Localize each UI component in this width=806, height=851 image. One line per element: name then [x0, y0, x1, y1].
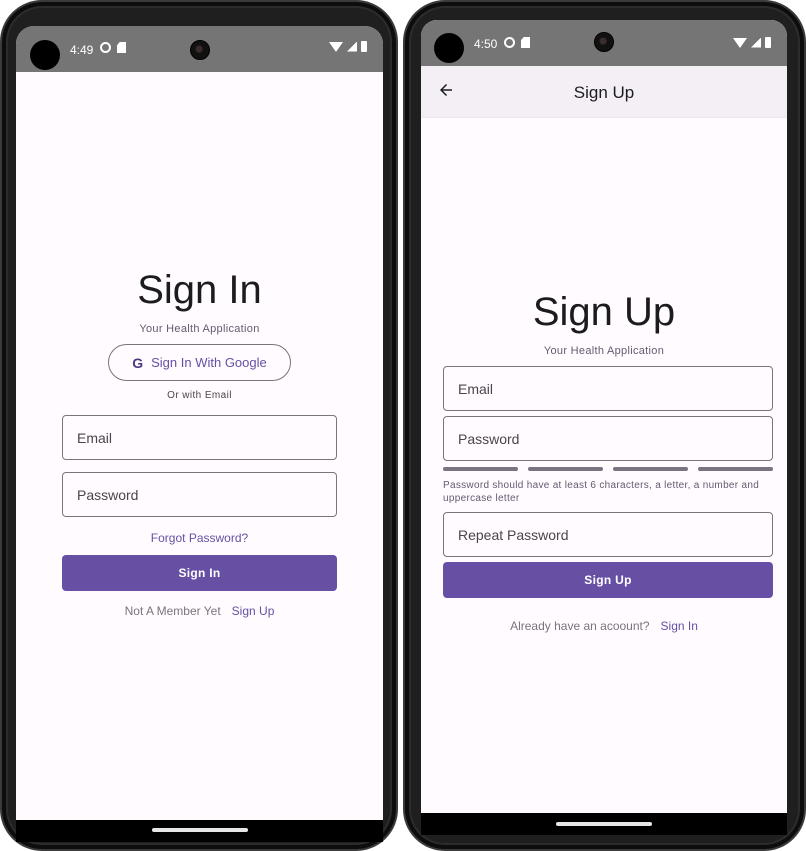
screenshot-stage: 4:49 Sign In Your Health Application G S… — [0, 0, 806, 851]
page-title: Sign In — [137, 268, 262, 312]
battery-icon — [361, 41, 367, 52]
wifi-icon — [733, 37, 747, 48]
password-placeholder: Password — [77, 486, 139, 503]
signal-icon — [347, 41, 357, 52]
page-title: Sign Up — [532, 290, 676, 334]
strength-segment — [443, 467, 518, 471]
email-field[interactable]: Email — [62, 415, 337, 460]
strength-segment — [528, 467, 603, 471]
sign-in-screen: 4:49 Sign In Your Health Application G S… — [16, 26, 383, 842]
signal-icon — [751, 37, 761, 48]
sign-in-prompt-row: Already have an acoount? Sign In — [421, 619, 787, 633]
sdcard-icon — [117, 42, 126, 53]
home-gesture-handle[interactable] — [556, 822, 652, 826]
sign-in-button[interactable]: Sign In — [62, 555, 337, 591]
google-sign-in-button[interactable]: G Sign In With Google — [108, 344, 291, 381]
email-field[interactable]: Email — [443, 366, 773, 411]
strength-segment — [613, 467, 688, 471]
front-camera — [594, 32, 614, 52]
status-time: 4:49 — [70, 43, 94, 57]
status-bar: 4:49 — [16, 26, 383, 72]
app-bar-title: Sign Up — [573, 83, 635, 102]
top-app-bar: Sign Up — [421, 66, 787, 118]
not-member-text: Not A Member Yet — [124, 604, 221, 618]
repeat-password-placeholder: Repeat Password — [458, 526, 569, 543]
status-time: 4:50 — [474, 37, 498, 51]
phone-frame-right: 4:50 Sign Up Sign Up Your Health Applica… — [403, 0, 806, 851]
front-camera — [190, 40, 210, 60]
password-field[interactable]: Password — [62, 472, 337, 517]
repeat-password-field[interactable]: Repeat Password — [443, 512, 773, 557]
password-helper-text: Password should have at least 6 characte… — [443, 480, 760, 504]
google-button-label: Sign In With Google — [151, 355, 267, 370]
forgot-password-link[interactable]: Forgot Password? — [16, 531, 383, 545]
app-subtitle: Your Health Application — [543, 345, 665, 357]
navigation-bar — [421, 813, 787, 835]
email-placeholder: Email — [458, 380, 494, 397]
sign-up-link[interactable]: Sign Up — [232, 604, 275, 618]
home-gesture-handle[interactable] — [151, 828, 248, 832]
password-placeholder: Password — [458, 430, 520, 447]
or-with-email-text: Or with Email — [167, 390, 232, 401]
password-field[interactable]: Password — [443, 416, 773, 461]
camera-punch-hole — [30, 40, 60, 70]
app-subtitle: Your Health Application — [139, 323, 260, 335]
camera-punch-hole — [434, 33, 464, 63]
battery-icon — [765, 37, 771, 48]
gear-icon — [504, 37, 515, 48]
wifi-icon — [329, 41, 343, 52]
navigation-bar — [16, 820, 383, 842]
sign-in-link[interactable]: Sign In — [661, 619, 698, 633]
sign-up-button[interactable]: Sign Up — [443, 562, 773, 598]
sign-up-screen: 4:50 Sign Up Sign Up Your Health Applica… — [421, 20, 787, 835]
email-placeholder: Email — [77, 429, 113, 446]
strength-segment — [698, 467, 773, 471]
sign-up-prompt-row: Not A Member Yet Sign Up — [16, 604, 383, 618]
gear-icon — [100, 42, 111, 53]
google-icon: G — [132, 354, 144, 371]
status-bar: 4:50 — [421, 20, 787, 66]
phone-frame-left: 4:49 Sign In Your Health Application G S… — [0, 0, 398, 851]
sdcard-icon — [521, 37, 530, 48]
already-have-account-text: Already have an acoount? — [510, 619, 650, 633]
